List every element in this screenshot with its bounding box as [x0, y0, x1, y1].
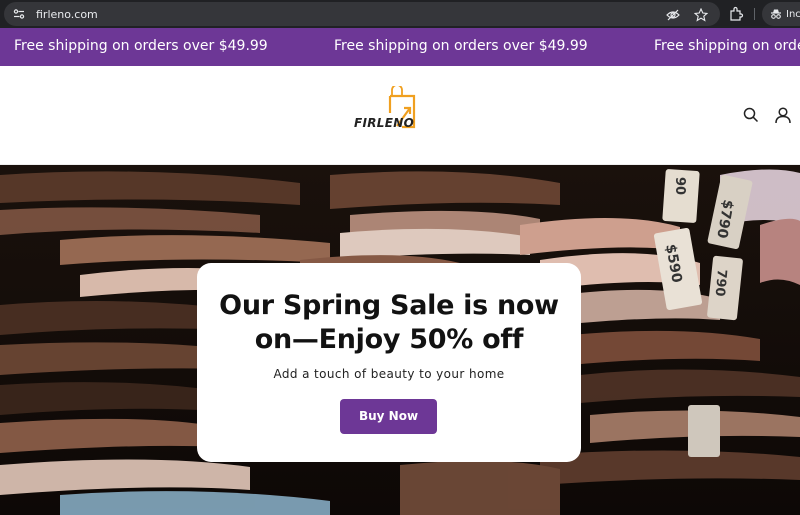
promo-heading-line: on—Enjoy 50% off: [254, 324, 524, 355]
announcement-text: Free shipping on orders over $49.99: [334, 38, 588, 54]
profile-label: Inc: [786, 8, 800, 20]
account-icon[interactable]: [774, 106, 792, 124]
toolbar-divider: [754, 8, 755, 20]
promo-subtitle: Add a touch of beauty to your home: [273, 367, 505, 381]
promo-card: Our Spring Sale is now on—Enjoy 50% off …: [197, 263, 581, 462]
brand-name: FIRLENO: [354, 116, 415, 130]
browser-toolbar: firleno.com Inc: [0, 0, 800, 28]
svg-text:90: 90: [672, 177, 687, 195]
announcement-text: Free shipping on orde: [654, 38, 800, 54]
bookmark-star-icon[interactable]: [693, 7, 709, 26]
search-icon[interactable]: [742, 106, 760, 124]
price-tag-text: 790: [712, 269, 729, 297]
incognito-icon: [770, 5, 782, 24]
url-text[interactable]: firleno.com: [36, 8, 98, 21]
promo-heading: Our Spring Sale is now on—Enjoy 50% off: [197, 289, 581, 357]
buy-now-button[interactable]: Buy Now: [340, 399, 437, 434]
announcement-bar: Free shipping on orders over $49.99 Free…: [0, 28, 800, 66]
address-bar[interactable]: firleno.com: [4, 2, 720, 26]
extensions-icon[interactable]: [728, 6, 744, 22]
site-header: FIRLENO: [0, 66, 800, 165]
eye-off-icon[interactable]: [666, 7, 680, 26]
incognito-profile-button[interactable]: Inc: [762, 2, 800, 26]
site-info-icon[interactable]: [12, 7, 26, 21]
announcement-text: Free shipping on orders over $49.99: [14, 38, 268, 54]
brand-logo[interactable]: FIRLENO: [352, 86, 422, 134]
promo-heading-line: Our Spring Sale is now: [219, 290, 559, 321]
